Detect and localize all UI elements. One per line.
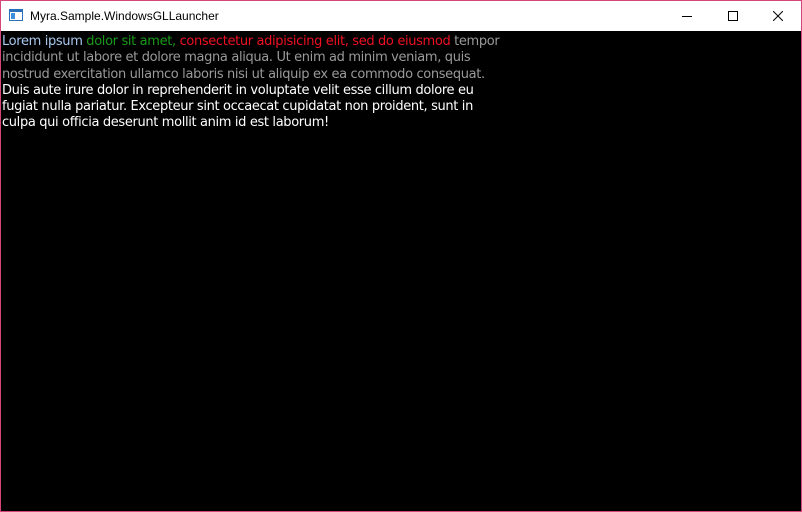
close-icon [773, 11, 783, 21]
app-window: Myra.Sample.WindowsGLLauncher Lorem ipsu… [0, 0, 802, 512]
minimize-icon [682, 16, 692, 17]
text-segment-lightblue: Lorem ipsum [2, 34, 87, 49]
text-segment-green: dolor sit amet, [86, 34, 180, 49]
window-title: Myra.Sample.WindowsGLLauncher [30, 9, 219, 23]
close-button[interactable] [755, 1, 801, 31]
content-area: Lorem ipsum dolor sit amet, consectetur … [1, 31, 801, 511]
app-icon [9, 9, 23, 21]
text-segment-red: consectetur adipisicing elit, sed do eiu… [179, 34, 451, 49]
maximize-icon [728, 11, 738, 21]
title-bar[interactable]: Myra.Sample.WindowsGLLauncher [1, 1, 801, 31]
text-segment-white: Duis aute irure dolor in reprehenderit i… [2, 82, 474, 131]
minimize-button[interactable] [664, 1, 710, 31]
maximize-button[interactable] [710, 1, 756, 31]
formatted-text-label: Lorem ipsum dolor sit amet, consectetur … [2, 34, 507, 132]
